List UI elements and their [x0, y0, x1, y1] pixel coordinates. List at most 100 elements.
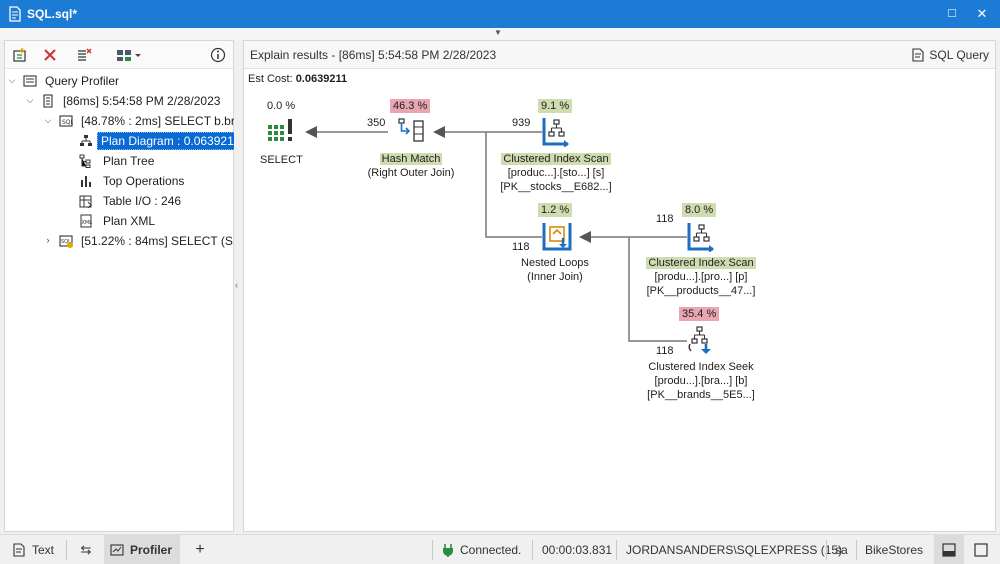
node-name: SELECT — [260, 154, 303, 166]
elapsed-time: 00:00:03.831 — [542, 543, 613, 557]
info-icon — [210, 47, 226, 63]
add-tab-button[interactable]: + — [186, 535, 214, 564]
plan-diagram-panel: Explain results - [86ms] 5:54:58 PM 2/28… — [243, 40, 996, 532]
est-cost-value: 0.0639211 — [295, 73, 348, 85]
divider — [856, 540, 857, 560]
node-object: [produ...].[pro...] [p] — [654, 271, 748, 283]
node-object: [produ...].[bra...] [b] — [654, 375, 748, 387]
expand-arrow-icon[interactable]: ⌵ — [43, 115, 53, 126]
close-button[interactable]: ✕ — [974, 6, 990, 22]
tree-label: Query Profiler — [45, 74, 120, 88]
node-subname: (Right Outer Join) — [367, 167, 455, 179]
nested-loops-icon[interactable] — [541, 220, 573, 252]
new-profile-button[interactable] — [11, 46, 29, 64]
clustered-index-scan-icon[interactable] — [541, 115, 573, 147]
expand-arrow-icon[interactable]: ⌵ — [25, 95, 35, 106]
tree-node-query-2[interactable]: › SQL [51.22% : 84ms] SELECT (S... — [5, 231, 243, 251]
restore-button[interactable]: ☐ — [944, 6, 960, 22]
est-cost-label: Est Cost: — [248, 73, 293, 85]
node-index: [PK__brands__5E5...] — [647, 389, 755, 401]
layout-full-button[interactable] — [966, 535, 996, 564]
server-name: JORDANSANDERS\SQLEXPRESS (15) — [626, 543, 843, 557]
plan-canvas: 0.0 % SELECT 350 46.3 % Hash Match (Righ… — [244, 89, 995, 531]
node-cost-label: 8.0 % — [682, 203, 717, 217]
select-node-label: SELECT — [260, 153, 303, 167]
select-node-icon[interactable] — [264, 115, 296, 147]
clear-button[interactable] — [75, 46, 93, 64]
clear-list-icon — [78, 48, 92, 61]
rows-brands: 118 — [656, 345, 674, 357]
tree-node-plan-tree[interactable]: Plan Tree — [5, 151, 233, 171]
tree-node-plan-xml[interactable]: XML Plan XML — [5, 211, 233, 231]
tree-label: Table I/O : 246 — [103, 194, 182, 208]
connection-status-label: Connected. — [460, 543, 522, 557]
divider — [616, 540, 617, 560]
status-bar: Text ⇆ Profiler + Connected. 00:00:03.83… — [0, 534, 1000, 564]
hash-match-label: Hash Match (Right Outer Join) — [366, 152, 456, 180]
delete-icon — [44, 49, 56, 61]
node-index: [PK__stocks__E682...] — [500, 181, 612, 193]
text-tab-label: Text — [32, 543, 55, 557]
sql-document-icon — [9, 6, 21, 22]
tree-node-query-1[interactable]: ⌵ SQL [48.78% : 2ms] SELECT b.br... — [5, 111, 245, 131]
chevron-down-icon[interactable]: ▼ — [494, 28, 502, 37]
text-tab[interactable]: Text — [6, 535, 64, 564]
sql-document-icon — [13, 543, 25, 557]
panel-splitter[interactable]: ‹ — [234, 40, 243, 532]
node-cost-label: 9.1 % — [538, 99, 573, 113]
node-index: [PK__products__47...] — [646, 285, 756, 297]
plan-connectors — [305, 126, 687, 342]
compare-dropdown-button[interactable] — [115, 46, 143, 64]
tree-node-session[interactable]: ⌵ [86ms] 5:54:58 PM 2/28/2023 — [5, 91, 233, 111]
profiler-tab-label: Profiler — [130, 543, 173, 557]
profiler-icon — [23, 75, 37, 87]
tree-node-query-profiler[interactable]: ⌵ Query Profiler — [5, 71, 233, 91]
nested-loops-label: Nested Loops (Inner Join) — [510, 256, 600, 284]
delete-button[interactable] — [41, 46, 59, 64]
swap-arrows-icon: ⇆ — [80, 542, 92, 557]
rows-hash-input: 350 — [367, 117, 386, 129]
node-cost-label: 46.3 % — [390, 99, 431, 113]
profiler-tree: ⌵ Query Profiler ⌵ [86ms] 5:54:58 PM 2/2… — [5, 71, 245, 251]
tree-label: [51.22% : 84ms] SELECT (S... — [81, 234, 243, 248]
node-name: Nested Loops — [521, 257, 589, 269]
session-icon — [43, 94, 53, 108]
rows-stocks: 939 — [512, 117, 531, 129]
tree-node-table-io[interactable]: Table I/O : 246 — [5, 191, 233, 211]
switch-view-button[interactable]: ⇆ — [72, 535, 100, 564]
rows-products: 118 — [656, 213, 674, 225]
stocks-scan-label: Clustered Index Scan [produc...].[sto...… — [500, 152, 612, 194]
layout-full-icon — [974, 543, 988, 557]
collapse-strip: ▼ — [0, 28, 1000, 40]
expand-arrow-icon[interactable]: ⌵ — [7, 75, 17, 86]
clustered-index-scan-icon[interactable] — [686, 220, 718, 252]
svg-text:XML: XML — [82, 220, 93, 226]
profiler-icon — [110, 544, 124, 556]
tree-label: Top Operations — [103, 174, 185, 188]
hash-match-icon[interactable] — [396, 115, 428, 147]
brands-seek-label: Clustered Index Seek [produ...].[bra...]… — [644, 360, 758, 402]
node-subname: (Inner Join) — [527, 271, 583, 283]
explain-results-label: Explain results - [86ms] 5:54:58 PM 2/28… — [250, 48, 497, 62]
tree-node-top-operations[interactable]: Top Operations — [5, 171, 233, 191]
divider — [432, 540, 433, 560]
node-object: [produc...].[sto...] [s] — [507, 167, 605, 179]
table-io-icon — [79, 195, 92, 208]
profiler-tab[interactable]: Profiler — [104, 535, 180, 564]
tree-label: Plan Tree — [103, 154, 155, 168]
tree-toolbar — [5, 41, 233, 69]
layout-bottom-icon — [942, 543, 956, 557]
clustered-index-seek-icon[interactable] — [686, 324, 718, 356]
explain-header: Explain results - [86ms] 5:54:58 PM 2/28… — [244, 41, 995, 69]
collapse-left-icon[interactable]: ‹ — [235, 280, 238, 290]
rows-loops: 118 — [512, 241, 530, 253]
tree-node-plan-diagram[interactable]: Plan Diagram : 0.0639211 — [5, 131, 244, 151]
layout-bottom-button[interactable] — [934, 535, 964, 564]
profiler-tree-panel: ⌵ Query Profiler ⌵ [86ms] 5:54:58 PM 2/2… — [4, 40, 245, 532]
title-bar: SQL.sql* ☐ ✕ — [0, 0, 1000, 28]
node-cost-label: 35.4 % — [679, 307, 720, 321]
plan-tree-icon — [79, 154, 91, 168]
info-button[interactable] — [209, 46, 227, 64]
collapse-arrow-icon[interactable]: › — [43, 235, 53, 245]
sql-query-button[interactable]: SQL Query — [911, 45, 989, 65]
